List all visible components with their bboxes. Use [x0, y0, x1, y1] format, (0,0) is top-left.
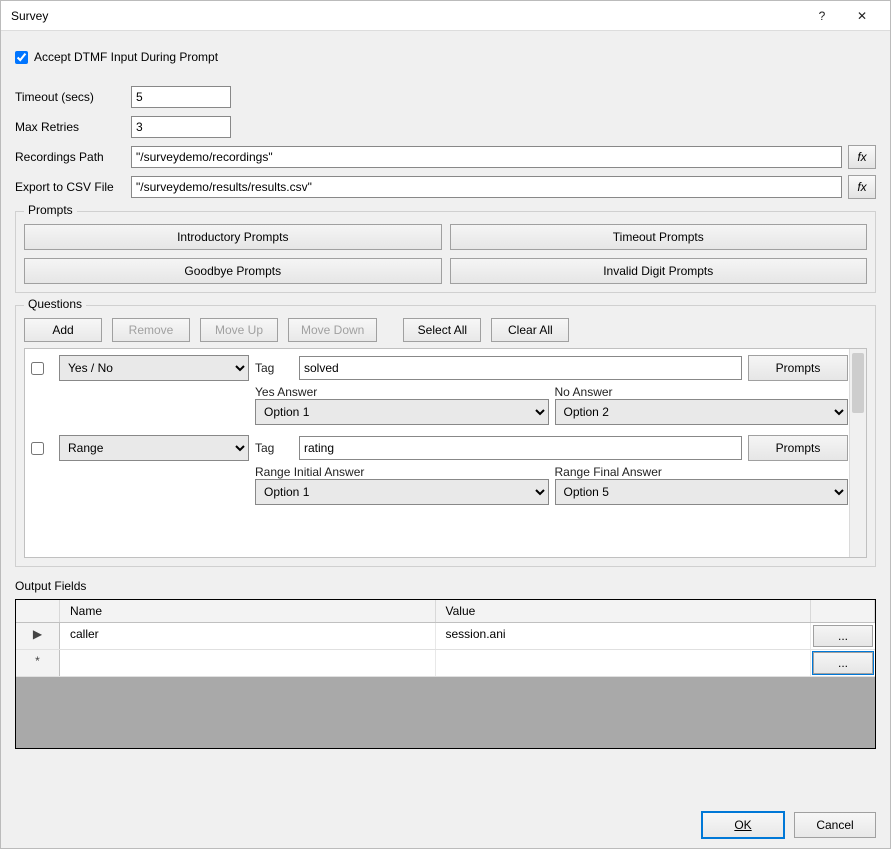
select-all-button[interactable]: Select All — [403, 318, 481, 342]
csv-fx-button[interactable]: fx — [848, 175, 876, 199]
range-initial-label: Range Initial Answer — [255, 465, 549, 479]
output-browse-button[interactable]: ... — [813, 625, 873, 647]
titlebar: Survey ? ✕ — [1, 1, 890, 31]
close-button[interactable]: ✕ — [842, 2, 882, 30]
timeout-input[interactable] — [131, 86, 231, 108]
yes-answer-label: Yes Answer — [255, 385, 549, 399]
dialog-title: Survey — [11, 9, 802, 23]
output-value-cell[interactable] — [436, 650, 812, 676]
recordings-path-label: Recordings Path — [15, 150, 125, 164]
output-fields-grid: Name Value ▶ caller session.ani ... * ..… — [15, 599, 876, 749]
question-prompts-button[interactable]: Prompts — [748, 435, 848, 461]
yes-answer-select[interactable]: Option 1 — [255, 399, 549, 425]
output-row[interactable]: ▶ caller session.ani ... — [16, 623, 875, 650]
ok-button[interactable]: OK — [702, 812, 784, 838]
questions-legend: Questions — [24, 297, 86, 311]
goodbye-prompts-button[interactable]: Goodbye Prompts — [24, 258, 442, 284]
invalid-digit-prompts-button[interactable]: Invalid Digit Prompts — [450, 258, 868, 284]
accept-dtmf-checkbox[interactable] — [15, 51, 28, 64]
question-type-select[interactable]: Yes / No — [59, 355, 249, 381]
questions-list: Yes / No Tag Prompts Yes Answer No Answe… — [24, 348, 867, 558]
remove-button[interactable]: Remove — [112, 318, 190, 342]
retries-input[interactable] — [131, 116, 231, 138]
range-initial-select[interactable]: Option 1 — [255, 479, 549, 505]
scrollbar-thumb[interactable] — [852, 353, 864, 413]
question-prompts-button[interactable]: Prompts — [748, 355, 848, 381]
questions-scrollbar[interactable] — [849, 349, 866, 557]
timeout-prompts-button[interactable]: Timeout Prompts — [450, 224, 868, 250]
fx-icon: fx — [857, 180, 866, 194]
row-header-col — [16, 600, 60, 622]
no-answer-select[interactable]: Option 2 — [555, 399, 849, 425]
close-icon: ✕ — [857, 9, 867, 23]
add-button[interactable]: Add — [24, 318, 102, 342]
output-name-cell[interactable]: caller — [60, 623, 436, 649]
retries-label: Max Retries — [15, 120, 125, 134]
survey-dialog: Survey ? ✕ Accept DTMF Input During Prom… — [0, 0, 891, 849]
tag-input[interactable] — [299, 436, 742, 460]
tag-label: Tag — [255, 361, 293, 375]
question-checkbox[interactable] — [31, 362, 44, 375]
accept-dtmf-label: Accept DTMF Input During Prompt — [34, 50, 218, 64]
prompts-group: Prompts Introductory Prompts Timeout Pro… — [15, 211, 876, 293]
output-fields-label: Output Fields — [15, 579, 876, 593]
csv-input[interactable] — [131, 176, 842, 198]
move-down-button[interactable]: Move Down — [288, 318, 377, 342]
introductory-prompts-button[interactable]: Introductory Prompts — [24, 224, 442, 250]
dialog-footer: OK Cancel — [1, 802, 890, 848]
question-checkbox[interactable] — [31, 442, 44, 455]
no-answer-label: No Answer — [555, 385, 849, 399]
fx-icon: fx — [857, 150, 866, 164]
help-button[interactable]: ? — [802, 2, 842, 30]
clear-all-button[interactable]: Clear All — [491, 318, 569, 342]
action-column-header — [811, 600, 875, 622]
name-column-header[interactable]: Name — [60, 600, 436, 622]
move-up-button[interactable]: Move Up — [200, 318, 278, 342]
timeout-label: Timeout (secs) — [15, 90, 125, 104]
tag-label: Tag — [255, 441, 293, 455]
help-icon: ? — [819, 9, 826, 23]
question-row: Yes / No Tag Prompts — [31, 355, 848, 381]
new-row-icon: * — [16, 650, 60, 676]
csv-label: Export to CSV File — [15, 180, 125, 194]
range-final-select[interactable]: Option 5 — [555, 479, 849, 505]
tag-input[interactable] — [299, 356, 742, 380]
output-new-row[interactable]: * ... — [16, 650, 875, 677]
range-final-label: Range Final Answer — [555, 465, 849, 479]
output-value-cell[interactable]: session.ani — [436, 623, 812, 649]
questions-group: Questions Add Remove Move Up Move Down S… — [15, 305, 876, 567]
output-browse-button[interactable]: ... — [813, 652, 873, 674]
recordings-path-fx-button[interactable]: fx — [848, 145, 876, 169]
question-row: Range Tag Prompts — [31, 435, 848, 461]
row-indicator-icon: ▶ — [16, 623, 60, 649]
question-type-select[interactable]: Range — [59, 435, 249, 461]
value-column-header[interactable]: Value — [436, 600, 812, 622]
output-name-cell[interactable] — [60, 650, 436, 676]
recordings-path-input[interactable] — [131, 146, 842, 168]
grid-empty-area — [16, 677, 875, 749]
cancel-button[interactable]: Cancel — [794, 812, 876, 838]
prompts-legend: Prompts — [24, 203, 77, 217]
